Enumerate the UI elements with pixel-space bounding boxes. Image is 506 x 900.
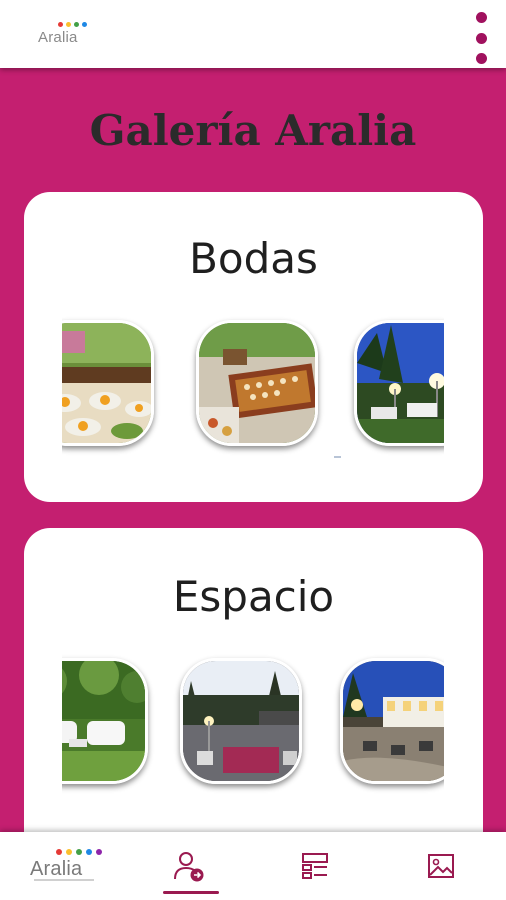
gallery-title-bodas: Bodas <box>189 234 318 283</box>
image-carousel-espacio[interactable] <box>62 654 444 794</box>
carousel-scroll-indicator <box>334 456 341 458</box>
aralia-logo[interactable]: Aralia <box>38 22 90 48</box>
gallery-card-espacio: Espacio <box>24 528 483 832</box>
page-title: Galería Aralia <box>89 106 417 155</box>
main-content: Galería Aralia Bodas Espacio <box>0 68 506 832</box>
image-icon <box>428 854 454 878</box>
user-add-icon <box>174 852 204 882</box>
nav-gallery[interactable] <box>378 832 504 900</box>
nav-home[interactable]: Aralia <box>0 832 126 900</box>
catering-tray-photo[interactable] <box>196 320 318 446</box>
logo-text: Aralia <box>38 29 78 46</box>
logo-dots <box>56 849 102 855</box>
dusk-terrace-photo[interactable] <box>180 658 302 784</box>
garden-lounge-photo[interactable] <box>62 658 148 784</box>
layout-list-icon <box>302 853 328 879</box>
image-carousel-bodas[interactable] <box>62 316 444 456</box>
bottom-navigation: Aralia <box>0 832 506 900</box>
aralia-logo: Aralia <box>30 849 102 883</box>
gallery-card-bodas: Bodas <box>24 192 483 502</box>
logo-dots <box>58 22 87 27</box>
nav-logo-text: Aralia <box>30 858 83 880</box>
more-vert-icon[interactable] <box>474 12 488 64</box>
gallery-title-espacio: Espacio <box>172 572 335 621</box>
nav-services[interactable] <box>252 832 378 900</box>
logo-tagline-line <box>34 879 94 881</box>
buffet-food-photo[interactable] <box>62 320 154 446</box>
app-bar: Aralia <box>0 0 506 68</box>
night-garden-photo[interactable] <box>354 320 444 446</box>
night-patio-photo[interactable] <box>340 658 444 784</box>
nav-contact[interactable] <box>126 832 252 900</box>
